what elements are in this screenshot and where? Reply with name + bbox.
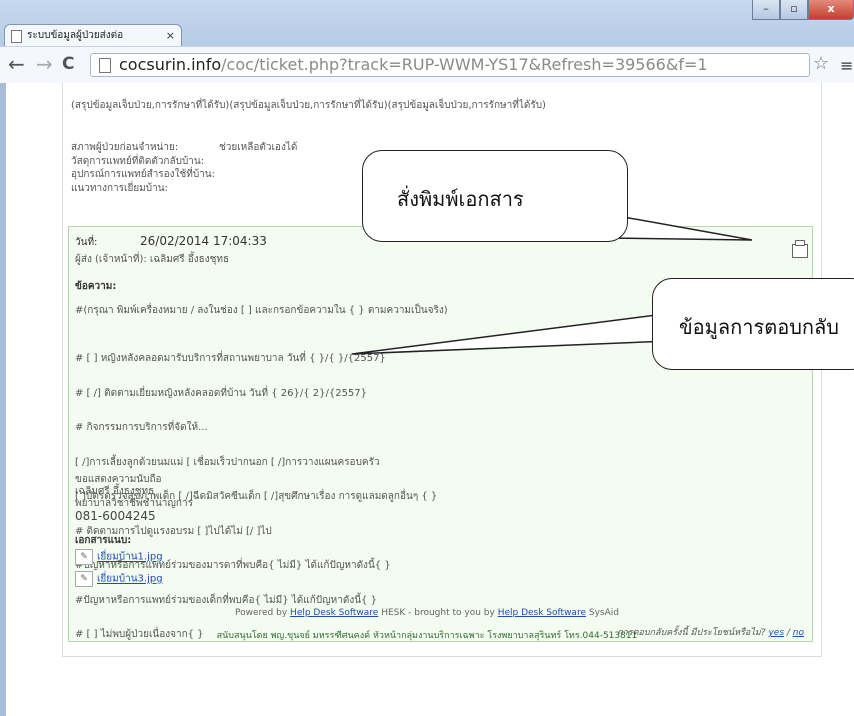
close-window-button[interactable]: x (808, 0, 854, 20)
field-value: ช่วยเหลือตัวเองได้ (219, 142, 298, 153)
powered-prefix: Powered by (235, 608, 288, 618)
checklist-line: # [ /] ติดตามเยี่ยมหญิงหลังคลอดที่บ้าน ว… (75, 387, 368, 399)
attachment-item[interactable]: ✎ เยี่ยมบ้าน1.jpg (75, 549, 163, 565)
message-instruction: #(กรุณา พิมพ์เครื่องหมาย / ลงในช่อง [ ] … (75, 305, 448, 316)
document-icon (99, 58, 111, 73)
help-desk-link-2[interactable]: Help Desk Software (498, 608, 586, 618)
url-path: /coc/ticket.php?track=RUP-WWM-YS17&Refre… (221, 55, 708, 74)
patient-fields: สภาพผู้ป่วยก่อนจำหน่าย: ช่วยเหลือตัวเองได… (71, 141, 297, 195)
browser-tab[interactable]: ระบบข้อมูลผู้ป่วยส่งต่อ × (4, 24, 182, 46)
field-row: อุปกรณ์การแพทย์สำรองใช้ที่บ้าน: (71, 168, 297, 182)
bookmark-star-icon[interactable]: ☆ (813, 53, 829, 74)
tab-title: ระบบข้อมูลผู้ป่วยส่งต่อ (27, 30, 124, 41)
summary-line: (สรุปข้อมูลเจ็บป่วย,การรักษาที่ได้รับ)(ส… (71, 100, 546, 111)
phone-number: 081-6004245 (75, 509, 156, 523)
help-desk-link[interactable]: Help Desk Software (290, 608, 378, 618)
checklist-line: #ปัญหาหรือการแพทย์ร่วมของเด็กที่พบคือ{ ไ… (75, 594, 377, 606)
date-label: วันที่: (75, 237, 98, 248)
field-label: อุปกรณ์การแพทย์สำรองใช้ที่บ้าน: (71, 169, 215, 180)
browser-chrome: ระบบข้อมูลผู้ป่วยส่งต่อ × – ▫ x ← → C co… (0, 0, 854, 83)
print-icon[interactable] (792, 240, 808, 258)
menu-icon[interactable]: ≡ (840, 56, 853, 75)
attachments-title: เอกสารแนบ: (75, 535, 132, 546)
print-document-callout: สั่งพิมพ์เอกสาร (362, 150, 628, 242)
url-domain: cocsurin.info (119, 55, 222, 74)
field-label: วัสดุการแพทย์ที่ติดตัวกลับบ้าน: (71, 155, 205, 167)
field-label: สภาพผู้ป่วยก่อนจำหน่าย: (71, 142, 179, 153)
reply-sender: ผู้ส่ง (เจ้าหน้าที่): เฉลิมศรี อึ้งธงชุท… (75, 254, 230, 265)
checklist-line: [ /]การเลี้ยงลูกด้วยนมแม่ [ เชื่อมเร็วปา… (75, 456, 380, 468)
window-controls: – ▫ x (752, 0, 854, 20)
attachment-link[interactable]: เยี่ยมบ้าน3.jpg (97, 574, 163, 585)
browser-toolbar: ← → C cocsurin.info/coc/ticket.php?track… (0, 46, 854, 83)
checklist-line: # [ ] หญิงหลังคลอดมารับบริการที่สถานพยาบ… (75, 353, 386, 364)
powered-mid: HESK - brought to you by (381, 608, 495, 618)
reply-date: วันที่: 26/02/2014 17:04:33 (75, 234, 267, 250)
signoff-line: เฉลิมศรี อึ้งธงชุทธ (75, 486, 155, 497)
date-value: 26/02/2014 17:04:33 (140, 234, 267, 248)
reply-info-callout: ข้อมูลการตอบกลับ (652, 278, 854, 370)
signoff-line: ขอแสดงความนับถือ (75, 474, 162, 485)
field-row: วัสดุการแพทย์ที่ติดตัวกลับบ้าน: (71, 155, 297, 169)
forward-button[interactable]: → (36, 52, 53, 76)
checklist-line: # กิจกรรมการบริการที่จัดให้... (75, 422, 208, 433)
powered-suffix: SysAid (588, 608, 619, 618)
signoff: ขอแสดงความนับถือ เฉลิมศรี อึ้งธงชุทธ พยา… (75, 474, 193, 522)
tab-close-icon[interactable]: × (166, 25, 175, 46)
field-label: แนวทางการเยี่ยมบ้าน: (71, 182, 168, 194)
message-title: ข้อความ: (75, 281, 117, 292)
field-row: แนวทางการเยี่ยมบ้าน: (71, 182, 297, 196)
attachment-link[interactable]: เยี่ยมบ้าน1.jpg (97, 552, 163, 563)
powered-by-footer: Powered by Help Desk Software HESK - bro… (0, 608, 854, 618)
maximize-button[interactable]: ▫ (780, 0, 808, 20)
reload-button[interactable]: C (62, 52, 74, 76)
field-row: สภาพผู้ป่วยก่อนจำหน่าย: ช่วยเหลือตัวเองได… (71, 141, 297, 155)
minimize-button[interactable]: – (752, 0, 780, 20)
address-bar[interactable]: cocsurin.info/coc/ticket.php?track=RUP-W… (90, 53, 810, 77)
sponsor-footer: สนับสนุนโดย พญ.ขุนจย์ มหรรฑีศนคงค์ หัวหน… (216, 631, 638, 641)
paperclip-icon: ✎ (75, 549, 93, 565)
page-icon (11, 30, 22, 43)
back-button[interactable]: ← (8, 52, 25, 76)
paperclip-icon: ✎ (75, 571, 93, 587)
attachment-item[interactable]: ✎ เยี่ยมบ้าน3.jpg (75, 571, 163, 587)
